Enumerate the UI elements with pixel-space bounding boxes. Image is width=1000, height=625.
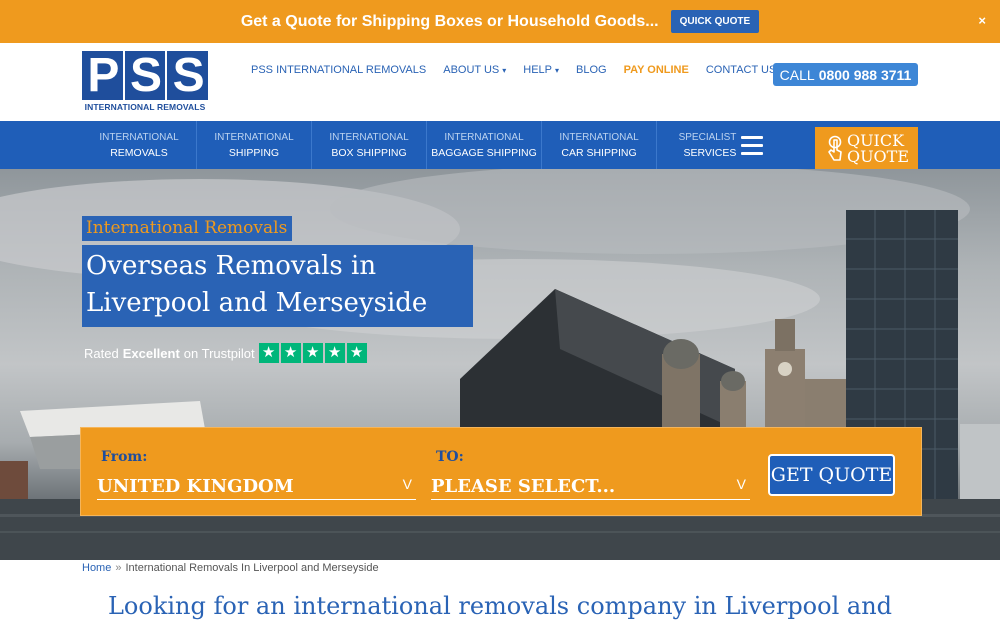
topnav-blog[interactable]: BLOG <box>576 64 607 76</box>
nav-item-line1: INTERNATIONAL <box>99 131 179 143</box>
topnav-label: BLOG <box>576 64 607 76</box>
nav-item-line1: SPECIALIST <box>678 131 737 143</box>
promo-quick-quote-button[interactable]: QUICK QUOTE <box>670 10 760 33</box>
trustpilot-stars: ★ ★ ★ ★ ★ <box>258 343 369 363</box>
get-quote-button[interactable]: GET QUOTE <box>768 454 895 496</box>
topnav-label: ABOUT US <box>443 64 500 76</box>
breadcrumb-home-link[interactable]: Home <box>82 562 111 574</box>
nav-item-line1: INTERNATIONAL <box>559 131 639 143</box>
nav-specialist-text: SPECIALIST SERVICES <box>679 132 737 159</box>
trustpilot-rating[interactable]: Rated Excellent on Trustpilot ★ ★ ★ ★ ★ <box>84 343 369 363</box>
quick-quote-text: QUICK QUOTE <box>846 132 910 166</box>
quick-quote-button[interactable]: QUICK QUOTE <box>815 127 918 170</box>
top-navigation: PSS INTERNATIONAL REMOVALS ABOUT US ▾ HEL… <box>251 64 793 76</box>
from-select[interactable]: UNITED KINGDOM v <box>97 476 416 500</box>
pss-logo[interactable]: P S S INTERNATIONAL REMOVALS <box>82 51 209 113</box>
logo-letters: P S S <box>82 51 209 100</box>
topnav-contact-us[interactable]: CONTACT US <box>706 64 777 76</box>
breadcrumb-separator: » <box>115 562 122 574</box>
nav-item-line1: INTERNATIONAL <box>444 131 524 143</box>
nav-item-line2: BOX SHIPPING <box>331 146 407 159</box>
trust-prefix: Rated <box>84 345 119 361</box>
topnav-pss-international-removals[interactable]: PSS INTERNATIONAL REMOVALS <box>251 64 426 76</box>
star-icon: ★ <box>280 343 301 363</box>
caret-down-icon: ▾ <box>502 66 507 75</box>
site-header: P S S INTERNATIONAL REMOVALS PSS INTERNA… <box>0 43 1000 121</box>
nav-item-line1: INTERNATIONAL <box>329 131 409 143</box>
promo-text: Get a Quote for Shipping Boxes or Househ… <box>240 12 659 30</box>
nav-item-line2: CAR SHIPPING <box>561 146 637 159</box>
logo-letter: S <box>167 51 209 100</box>
star-icon: ★ <box>302 343 323 363</box>
nav-item-line2: SHIPPING <box>228 146 280 159</box>
topnav-pay-online[interactable]: PAY ONLINE <box>624 64 689 76</box>
nav-international-shipping[interactable]: INTERNATIONAL SHIPPING <box>197 121 312 169</box>
to-select[interactable]: PLEASE SELECT... v <box>431 476 750 500</box>
nav-specialist-services[interactable]: SPECIALIST SERVICES <box>656 121 786 169</box>
breadcrumb-current: International Removals In Liverpool and … <box>125 562 379 574</box>
hamburger-menu-icon[interactable] <box>741 135 764 155</box>
nav-international-removals[interactable]: INTERNATIONAL REMOVALS <box>82 121 197 169</box>
close-icon[interactable]: × <box>978 13 986 28</box>
call-label: CALL <box>779 66 815 83</box>
trust-suffix: on Trustpilot <box>183 345 255 361</box>
topnav-label: PAY ONLINE <box>623 64 689 76</box>
caret-down-icon: ▾ <box>555 66 560 75</box>
nav-car-shipping[interactable]: INTERNATIONAL CAR SHIPPING <box>542 121 657 169</box>
star-icon: ★ <box>258 343 279 363</box>
main-navigation: INTERNATIONAL REMOVALS INTERNATIONAL SHI… <box>0 121 1000 170</box>
logo-letter: P <box>82 51 123 100</box>
topnav-label: CONTACT US <box>705 64 777 76</box>
intro-heading: Looking for an international removals co… <box>107 592 893 620</box>
nav-item-line1: INTERNATIONAL <box>214 131 294 143</box>
topnav-about-us[interactable]: ABOUT US ▾ <box>443 64 506 76</box>
logo-subtitle: INTERNATIONAL REMOVALS <box>84 102 206 112</box>
quick-quote-line2: QUOTE <box>846 146 910 166</box>
nav-item-line2: BAGGAGE SHIPPING <box>431 146 537 159</box>
topnav-label: HELP <box>523 64 553 76</box>
from-label: From: <box>101 449 148 465</box>
promo-bar: Get a Quote for Shipping Boxes or Househ… <box>0 0 1000 43</box>
call-button[interactable]: CALL 0800 988 3711 <box>773 63 918 86</box>
star-icon: ★ <box>346 343 367 363</box>
nav-item-line2: REMOVALS <box>110 146 168 159</box>
hero-headline: Overseas Removals in Liverpool and Merse… <box>82 245 473 327</box>
chevron-down-icon: v <box>736 476 746 492</box>
from-select-value: UNITED KINGDOM <box>97 476 294 497</box>
nav-item-line2: SERVICES <box>683 146 737 159</box>
nav-baggage-shipping[interactable]: INTERNATIONAL BAGGAGE SHIPPING <box>427 121 542 169</box>
hero-tag: International Removals <box>82 216 293 241</box>
pointer-hand-icon <box>828 135 842 161</box>
logo-letter: S <box>124 51 166 100</box>
quote-form: From: UNITED KINGDOM v TO: PLEASE SELECT… <box>80 427 922 516</box>
topnav-help[interactable]: HELP ▾ <box>523 64 559 76</box>
hero-banner: International Removals Overseas Removals… <box>0 169 1000 560</box>
to-select-value: PLEASE SELECT... <box>431 476 616 497</box>
hero-headline-line1: Overseas Removals in <box>86 251 377 281</box>
to-label: TO: <box>436 449 464 465</box>
topnav-label: PSS INTERNATIONAL REMOVALS <box>251 64 427 76</box>
trust-rating: Excellent <box>122 345 180 361</box>
star-icon: ★ <box>324 343 345 363</box>
call-number: 0800 988 3711 <box>818 66 912 83</box>
hero-headline-line2: Liverpool and Merseyside <box>86 288 428 318</box>
nav-box-shipping[interactable]: INTERNATIONAL BOX SHIPPING <box>312 121 427 169</box>
chevron-down-icon: v <box>402 476 412 492</box>
breadcrumb: Home » International Removals In Liverpool… <box>82 562 379 574</box>
